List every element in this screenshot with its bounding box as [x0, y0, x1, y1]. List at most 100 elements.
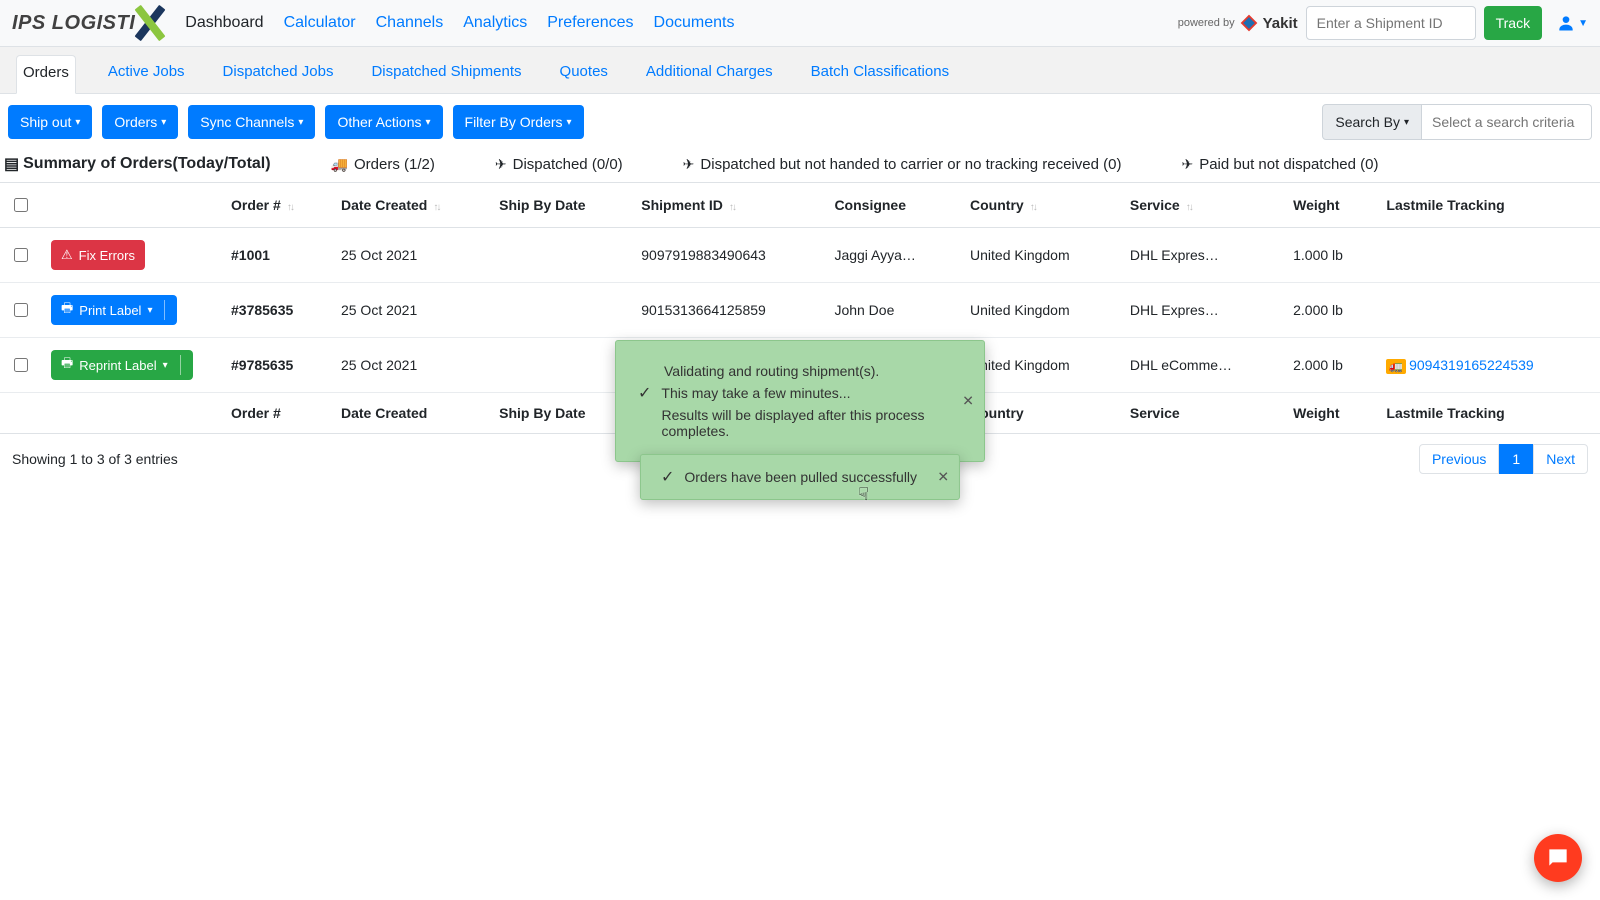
row-action-icon: 🖶	[61, 354, 73, 376]
row-action-icon: 🖶	[61, 299, 73, 321]
nav-calculator[interactable]: Calculator	[284, 14, 356, 32]
col-order[interactable]: Order #↑↓	[221, 183, 331, 228]
filter-by-orders-button[interactable]: Filter By Orders ▾	[453, 105, 584, 139]
row-action-button[interactable]: ⚠Fix Errors	[51, 240, 145, 270]
shipment-id-input[interactable]	[1306, 6, 1476, 40]
chevron-down-icon: ▾	[75, 117, 80, 128]
sort-icon: ↑↓	[433, 202, 439, 213]
foot-service: Service	[1120, 393, 1283, 434]
nav-channels[interactable]: Channels	[376, 14, 444, 32]
summary-title-text: Summary of Orders(Today/Total)	[23, 155, 270, 173]
cell-service: DHL Expres…	[1120, 283, 1283, 338]
tab-active-jobs[interactable]: Active Jobs	[102, 55, 191, 93]
col-tracking[interactable]: Lastmile Tracking	[1376, 183, 1600, 228]
toast-close[interactable]: ✕	[962, 393, 974, 410]
chevron-down-icon: ▾	[567, 117, 572, 128]
yakit-diamond-icon	[1239, 13, 1259, 33]
cell-date: 25 Oct 2021	[331, 283, 489, 338]
toast-pulled-text: Orders have been pulled successfully	[684, 469, 917, 485]
col-country[interactable]: Country↑↓	[960, 183, 1120, 228]
sync-channels-button[interactable]: Sync Channels ▾	[188, 105, 315, 139]
search-by-dropdown[interactable]: Search By ▾	[1322, 104, 1422, 140]
track-button[interactable]: Track	[1484, 6, 1542, 40]
col-ship-by[interactable]: Ship By Date	[489, 183, 631, 228]
summary-paid-text: Paid but not dispatched (0)	[1199, 156, 1378, 173]
cell-shipby	[489, 228, 631, 283]
sort-icon: ↑↓	[729, 202, 735, 213]
nav-analytics[interactable]: Analytics	[463, 14, 527, 32]
foot-weight: Weight	[1283, 393, 1376, 434]
summary-dispatched-nh-text: Dispatched but not handed to carrier or …	[700, 156, 1121, 173]
truck-icon: 🚚	[331, 156, 348, 173]
tab-orders[interactable]: Orders	[16, 55, 76, 94]
nav-dashboard[interactable]: Dashboard	[185, 14, 263, 32]
cell-order: #3785635	[221, 283, 331, 338]
cell-consignee: Jaggi Ayya…	[824, 228, 960, 283]
row-checkbox[interactable]	[14, 303, 28, 317]
plane-icon: ✈	[1181, 156, 1193, 173]
tab-dispatched-shipments[interactable]: Dispatched Shipments	[365, 55, 527, 93]
summary-dispatched-text: Dispatched (0/0)	[513, 156, 623, 173]
foot-date: Date Created	[331, 393, 489, 434]
brand-logo[interactable]: IPS LOGISTI	[12, 6, 167, 40]
list-icon: ▤	[4, 154, 19, 174]
powered-by: powered by Yakit	[1178, 13, 1298, 33]
col-consignee[interactable]: Consignee	[824, 183, 960, 228]
cell-date: 25 Oct 2021	[331, 228, 489, 283]
summary-paid-not-dispatched: ✈ Paid but not dispatched (0)	[1181, 156, 1378, 173]
row-checkbox[interactable]	[14, 358, 28, 372]
cell-order: #9785635	[221, 338, 331, 393]
search-criteria-input[interactable]	[1422, 104, 1592, 140]
page-previous[interactable]: Previous	[1419, 444, 1499, 474]
chevron-down-icon: ▾	[147, 305, 152, 316]
page-next[interactable]: Next	[1533, 444, 1588, 474]
tab-additional-charges[interactable]: Additional Charges	[640, 55, 779, 93]
table-row: ⚠Fix Errors#100125 Oct 20219097919883490…	[0, 228, 1600, 283]
nav-documents[interactable]: Documents	[654, 14, 735, 32]
row-action-button[interactable]: 🖶Reprint Label▾	[51, 350, 193, 380]
foot-tracking: Lastmile Tracking	[1376, 393, 1600, 434]
row-action-button[interactable]: 🖶Print Label▾	[51, 295, 177, 325]
summary-bar: ▤ Summary of Orders(Today/Total) 🚚 Order…	[0, 150, 1600, 182]
col-shipment-id[interactable]: Shipment ID↑↓	[631, 183, 824, 228]
nav-preferences[interactable]: Preferences	[547, 14, 633, 32]
chevron-down-icon: ▼	[1578, 18, 1588, 29]
other-actions-button[interactable]: Other Actions ▾	[325, 105, 442, 139]
toast-close[interactable]: ✕	[937, 469, 949, 486]
user-icon	[1556, 13, 1576, 33]
plane-icon: ✈	[495, 156, 507, 173]
partner-name: Yakit	[1263, 15, 1298, 32]
row-checkbox[interactable]	[14, 248, 28, 262]
col-date-created[interactable]: Date Created↑↓	[331, 183, 489, 228]
check-icon: ✓	[638, 383, 651, 403]
orders-button[interactable]: Orders ▾	[102, 105, 178, 139]
toast-validating: Validating and routing shipment(s). ✓Thi…	[615, 340, 985, 462]
cell-weight: 2.000 lb	[1283, 338, 1376, 393]
cell-shipby	[489, 338, 631, 393]
cell-order: #1001	[221, 228, 331, 283]
col-service[interactable]: Service↑↓	[1120, 183, 1283, 228]
tab-quotes[interactable]: Quotes	[554, 55, 614, 93]
top-nav: Dashboard Calculator Channels Analytics …	[185, 14, 734, 32]
chat-icon	[1545, 845, 1571, 871]
partner-logo: Yakit	[1239, 13, 1298, 33]
tab-dispatched-jobs[interactable]: Dispatched Jobs	[217, 55, 340, 93]
sort-icon: ↑↓	[287, 202, 293, 213]
chevron-down-icon: ▾	[1404, 117, 1409, 128]
page-1[interactable]: 1	[1499, 444, 1533, 474]
tab-batch-classifications[interactable]: Batch Classifications	[805, 55, 955, 93]
select-all-checkbox[interactable]	[14, 198, 28, 212]
toast-line1: Validating and routing shipment(s).	[664, 363, 879, 379]
cell-service: DHL Expres…	[1120, 228, 1283, 283]
chat-launcher[interactable]	[1534, 834, 1582, 882]
action-toolbar: Ship out ▾ Orders ▾ Sync Channels ▾ Othe…	[0, 94, 1600, 150]
sort-icon: ↑↓	[1030, 202, 1036, 213]
cell-shipby	[489, 283, 631, 338]
chevron-down-icon: ▾	[298, 117, 303, 128]
cell-tracking	[1376, 283, 1600, 338]
col-weight[interactable]: Weight	[1283, 183, 1376, 228]
user-menu[interactable]: ▼	[1556, 13, 1588, 33]
tracking-link[interactable]: 9094319165224539	[1409, 357, 1534, 373]
toast-pulled: ✓ Orders have been pulled successfully ✕	[640, 454, 960, 500]
ship-out-button[interactable]: Ship out ▾	[8, 105, 92, 139]
